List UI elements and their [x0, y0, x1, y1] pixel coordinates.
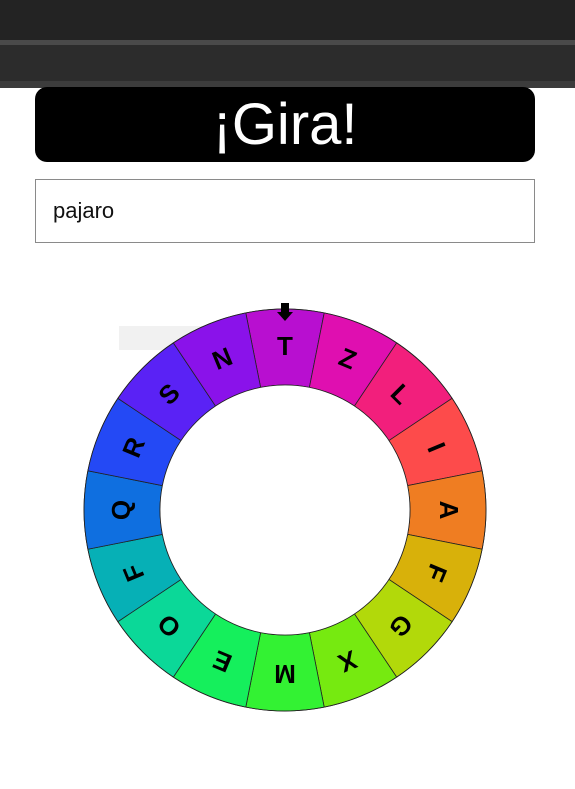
letter-wheel[interactable]: T ZLIAFGXMEOFQRSN	[0, 0, 575, 784]
wheel-letter: M	[274, 659, 296, 689]
wheel-letter: A	[434, 501, 464, 520]
wheel-letter: Q	[106, 500, 136, 520]
wheel-center	[159, 384, 411, 636]
wheel-letter: T	[277, 331, 293, 361]
